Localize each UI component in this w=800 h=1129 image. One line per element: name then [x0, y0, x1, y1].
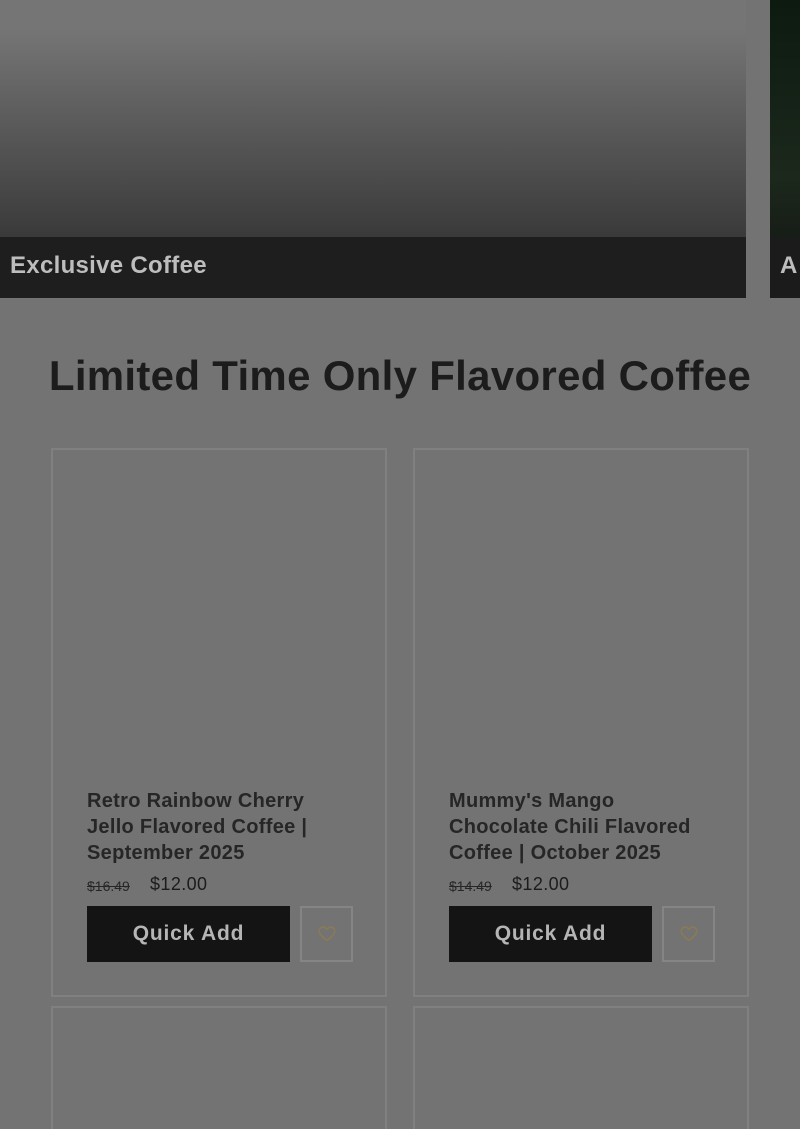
quick-add-button[interactable]: Quick Add	[449, 906, 652, 962]
product-card[interactable]	[51, 1006, 387, 1129]
wishlist-button[interactable]	[662, 906, 715, 962]
product-old-price: $16.49	[87, 878, 130, 894]
hero-caption-next[interactable]: A	[780, 252, 797, 280]
quick-add-button[interactable]: Quick Add	[87, 906, 290, 962]
product-price: $12.00	[512, 874, 570, 894]
hero-tile-exclusive-coffee[interactable]: Exclusive Coffee	[0, 0, 746, 298]
product-card[interactable]: Mummy's Mango Chocolate Chili Flavored C…	[413, 448, 749, 997]
product-old-price: $14.49	[449, 878, 492, 894]
product-card[interactable]	[413, 1006, 749, 1129]
product-title[interactable]: Retro Rainbow Cherry Jello Flavored Coff…	[87, 788, 357, 866]
hero-caption[interactable]: Exclusive Coffee	[10, 252, 207, 280]
wishlist-button[interactable]	[300, 906, 353, 962]
heart-icon	[317, 926, 336, 942]
product-price: $12.00	[150, 874, 208, 894]
hero-tile-next[interactable]: A	[770, 0, 800, 298]
heart-icon	[679, 926, 698, 942]
product-title[interactable]: Mummy's Mango Chocolate Chili Flavored C…	[449, 788, 719, 866]
section-title: Limited Time Only Flavored Coffee	[48, 352, 752, 399]
product-card[interactable]: Retro Rainbow Cherry Jello Flavored Coff…	[51, 448, 387, 997]
